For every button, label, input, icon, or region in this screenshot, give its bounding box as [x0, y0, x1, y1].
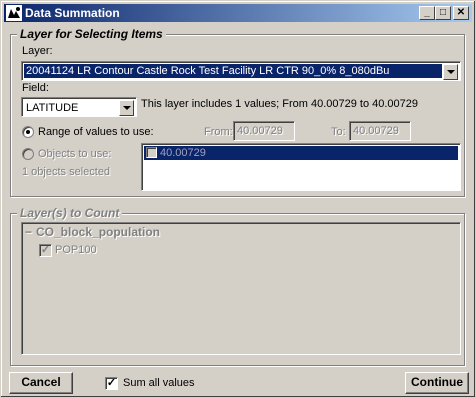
- from-label: From:: [204, 126, 233, 138]
- sum-all-label: Sum all values: [123, 377, 195, 389]
- title-bar[interactable]: Data Summation _ □ ✕: [4, 4, 472, 22]
- objects-selected-count: 1 objects selected: [22, 166, 111, 178]
- to-label: To:: [331, 126, 346, 138]
- tree-collapse-icon[interactable]: −: [25, 225, 32, 239]
- list-item-checkbox[interactable]: [146, 147, 157, 158]
- field-dropdown-value: LATITUDE: [26, 102, 79, 114]
- layer-dropdown[interactable]: 20041124 LR Contour Castle Rock Test Fac…: [21, 61, 461, 81]
- count-layer-tree[interactable]: − CO_block_population ✓ POP100: [21, 222, 461, 355]
- continue-button[interactable]: Continue: [405, 372, 469, 394]
- chevron-down-icon[interactable]: [443, 64, 458, 80]
- selecting-group-legend: Layer for Selecting Items: [17, 27, 166, 41]
- minimize-button[interactable]: _: [419, 6, 435, 20]
- range-radio[interactable]: [22, 126, 34, 138]
- objects-list[interactable]: 40.00729: [141, 143, 461, 191]
- tree-child-checkbox[interactable]: ✓: [39, 244, 52, 257]
- count-group-legend: Layer(s) to Count: [17, 206, 123, 220]
- to-input-value: 40.00729: [353, 125, 399, 137]
- to-input[interactable]: 40.00729: [349, 121, 411, 141]
- field-label: Field:: [22, 82, 49, 94]
- from-input-value: 40.00729: [237, 125, 283, 137]
- app-icon: [6, 5, 22, 21]
- close-button[interactable]: ✕: [453, 6, 469, 20]
- tree-child-label: POP100: [55, 244, 97, 256]
- window-title: Data Summation: [25, 6, 120, 20]
- chevron-down-icon[interactable]: [119, 100, 134, 116]
- field-dropdown[interactable]: LATITUDE: [21, 97, 137, 117]
- objects-radio[interactable]: [22, 148, 34, 160]
- tree-root-label[interactable]: CO_block_population: [36, 225, 160, 239]
- objects-label: Objects to use:: [38, 148, 112, 160]
- maximize-button[interactable]: □: [435, 6, 451, 20]
- layer-dropdown-value: 20041124 LR Contour Castle Rock Test Fac…: [24, 64, 442, 78]
- sum-all-checkbox[interactable]: ✓: [105, 377, 118, 390]
- count-layer-group: Layer(s) to Count − CO_block_population …: [10, 206, 465, 366]
- selecting-layer-group: Layer for Selecting Items Layer: 2004112…: [10, 27, 465, 197]
- list-item[interactable]: 40.00729: [144, 146, 458, 160]
- layer-info-text: This layer includes 1 values; From 40.00…: [141, 98, 418, 110]
- range-label: Range of values to use:: [38, 126, 154, 138]
- layer-label: Layer:: [22, 45, 53, 57]
- data-summation-window: Data Summation _ □ ✕ Layer for Selecting…: [0, 0, 476, 398]
- cancel-button[interactable]: Cancel: [9, 372, 73, 394]
- from-input[interactable]: 40.00729: [233, 121, 295, 141]
- list-item-label: 40.00729: [160, 147, 206, 159]
